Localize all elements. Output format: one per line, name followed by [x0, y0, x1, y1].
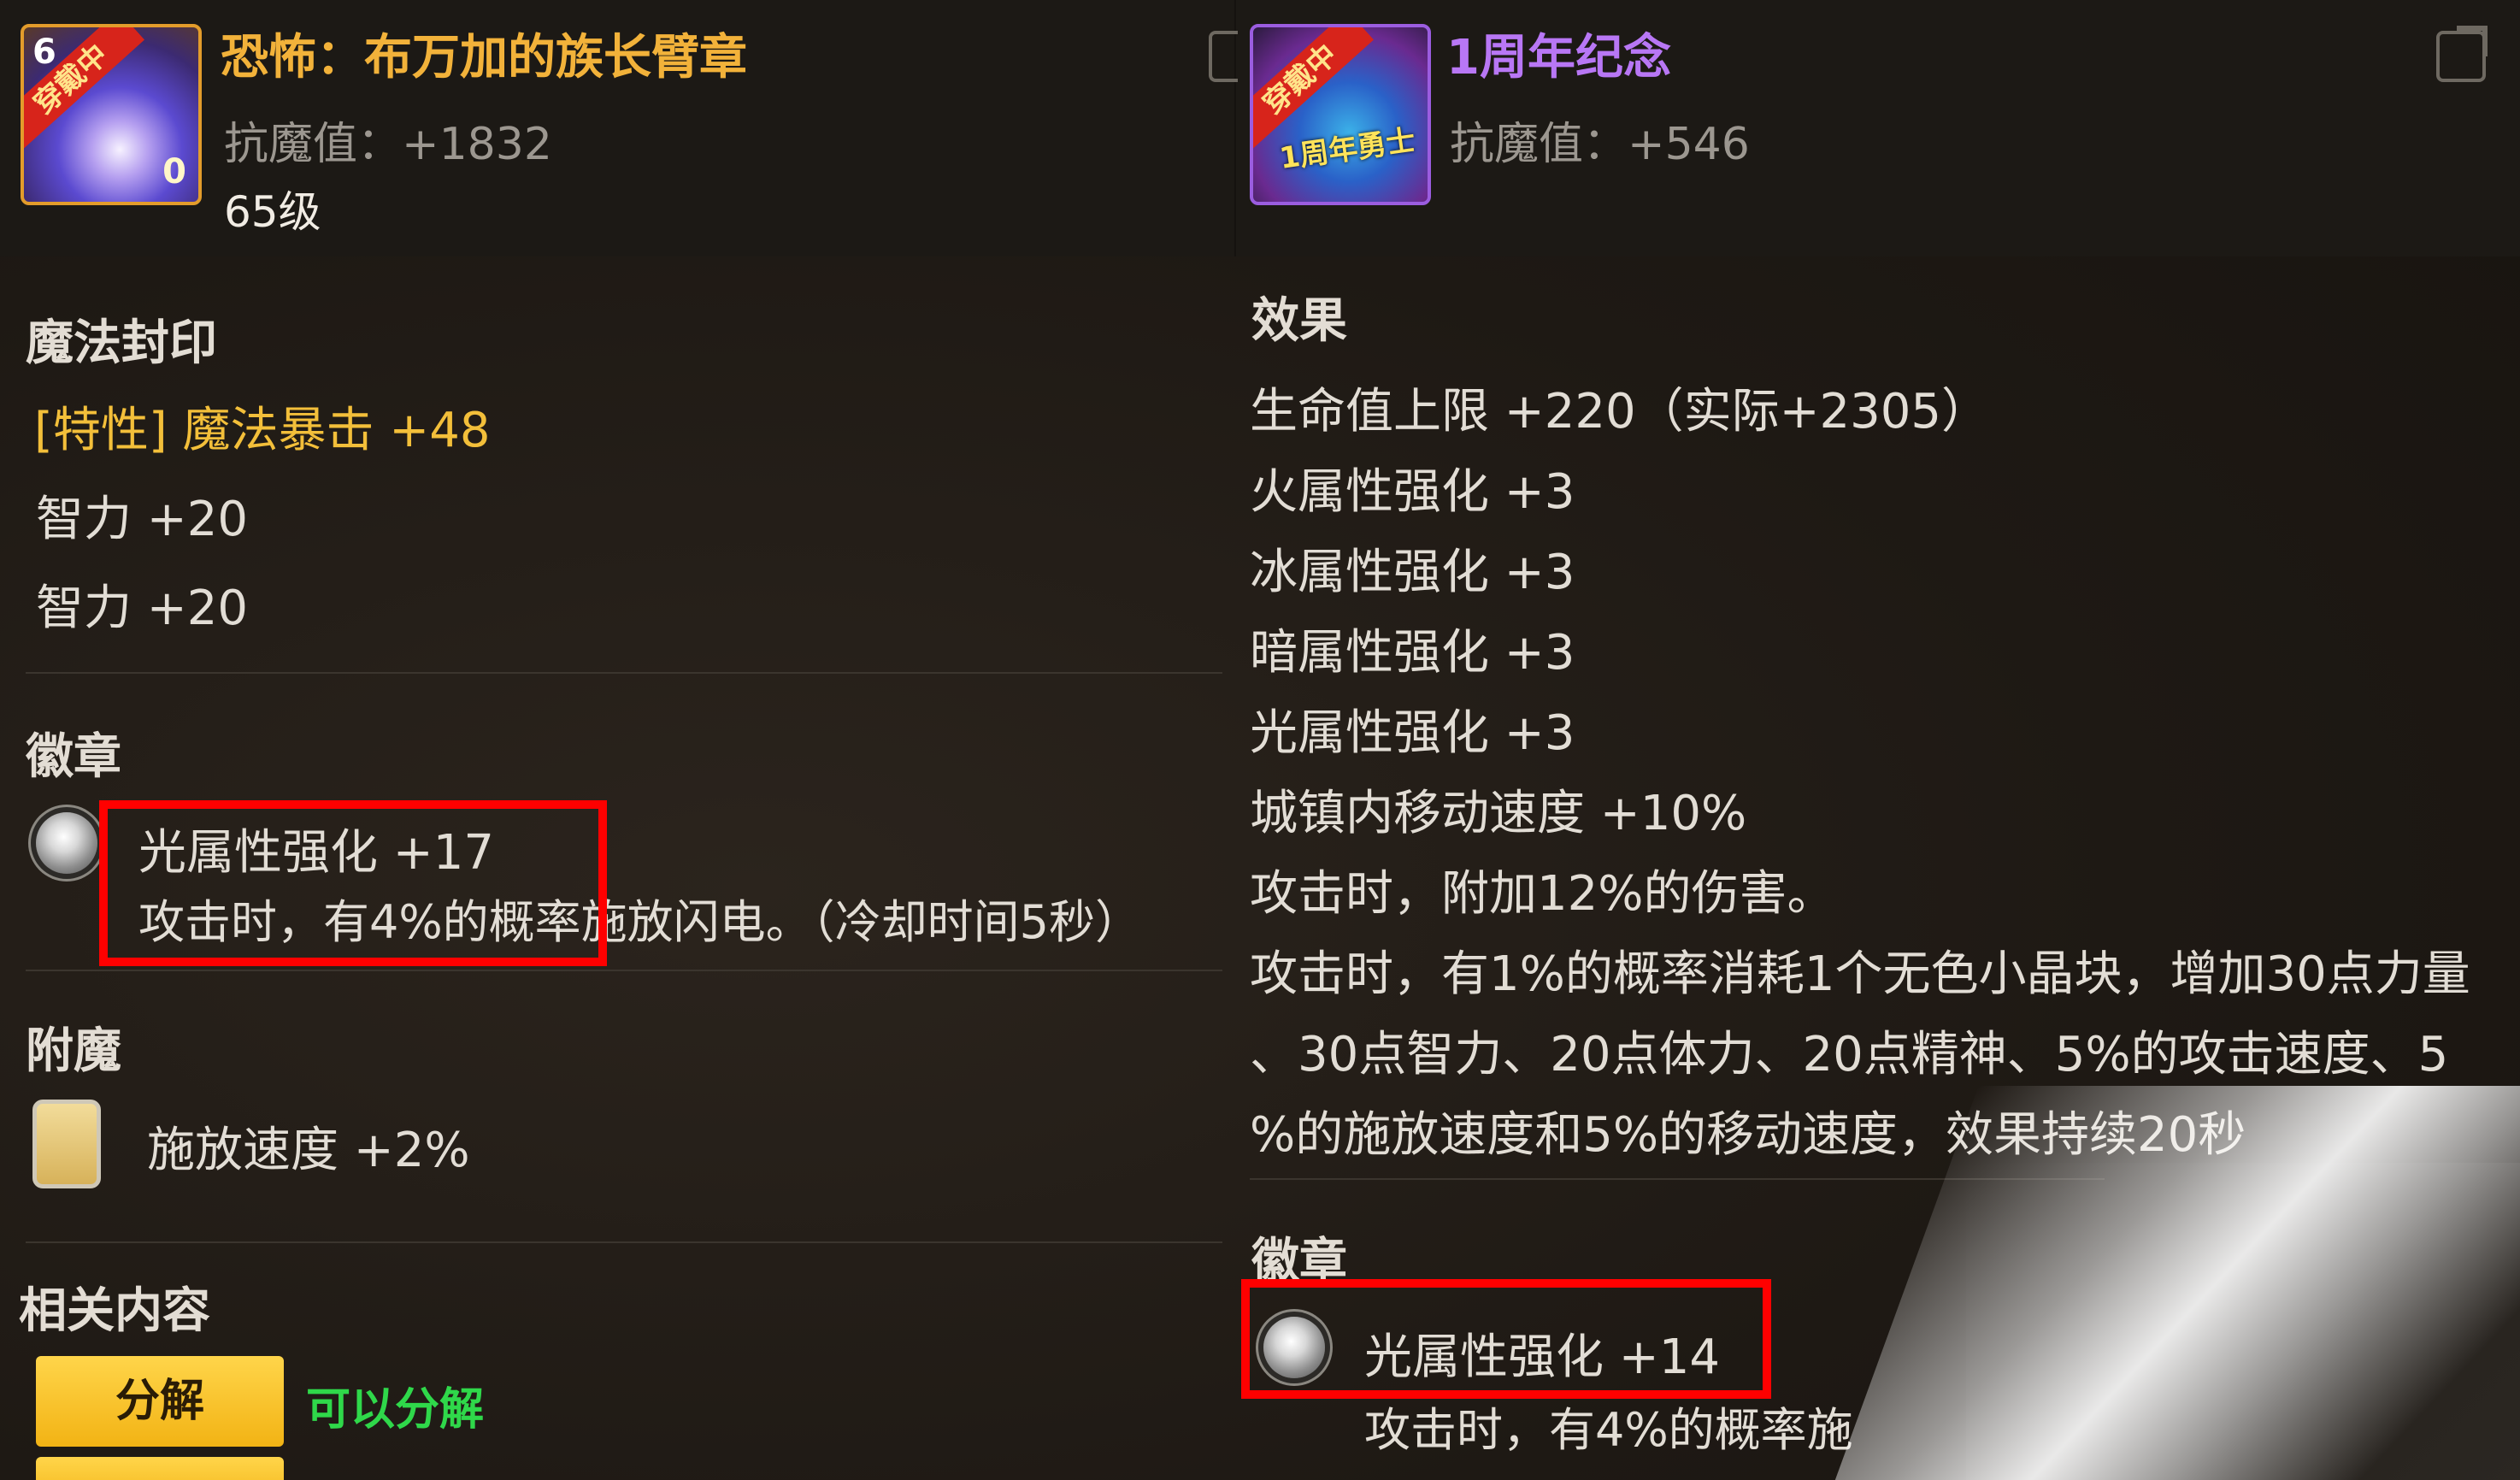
share-icon[interactable]: [1209, 31, 1238, 82]
badge-gem-icon[interactable]: [36, 812, 97, 874]
enchant-section-title: 附魔: [26, 1023, 121, 1079]
share-icon[interactable]: [2436, 31, 2486, 82]
left-item-stat: 抗魔值：+1832: [224, 119, 552, 170]
effect-line: 攻击时，有1%的概率消耗1个无色小晶块，增加30点力量: [1250, 946, 2470, 1002]
highlight-box: [99, 800, 607, 966]
effect-line: 火属性强化 +3: [1250, 464, 1575, 520]
effect-line: 城镇内移动速度 +10%: [1250, 786, 1747, 841]
seal-line: 智力 +20: [36, 492, 248, 547]
related-section-title: 相关内容: [19, 1283, 210, 1339]
effect-section-title: 效果: [1251, 293, 1347, 349]
right-item-title: 1周年纪念: [1446, 30, 1671, 85]
effect-line: 冰属性强化 +3: [1250, 545, 1575, 600]
icon-level-text: 0: [162, 152, 186, 192]
left-item-icon[interactable]: 6 穿戴中 0: [21, 24, 202, 205]
decompose-button[interactable]: 分解: [36, 1356, 284, 1447]
enchant-stat: 施放速度 +2%: [147, 1123, 470, 1178]
seal-line: 智力 +20: [36, 581, 248, 636]
effect-line: 生命值上限 +220（实际+2305）: [1250, 384, 1990, 439]
icon-caption: 1周年勇士: [1277, 123, 1418, 176]
decompose-status: 可以分解: [306, 1384, 485, 1436]
enchant-card-icon[interactable]: [32, 1100, 101, 1188]
section-divider: [26, 1241, 1222, 1243]
effect-line: 光属性强化 +3: [1250, 705, 1575, 761]
second-action-button[interactable]: [36, 1457, 284, 1480]
left-item-title: 恐怖：布万加的族长臂章: [221, 30, 747, 85]
section-divider: [26, 672, 1222, 674]
icon-corner-text: 6: [32, 32, 56, 72]
left-item-level: 65级: [224, 187, 321, 237]
section-divider: [26, 970, 1222, 971]
badge-section-title: 徽章: [26, 729, 121, 785]
effect-line: 暗属性强化 +3: [1250, 625, 1575, 681]
effect-line: 、30点智力、20点体力、20点精神、5%的攻击速度、5: [1250, 1027, 2449, 1082]
seal-section-title: 魔法封印: [26, 315, 217, 371]
right-item-stat: 抗魔值：+546: [1450, 119, 1750, 170]
item-compare-screen: 6 穿戴中 0 恐怖：布万加的族长臂章 抗魔值：+1832 65级 穿戴中 1周…: [0, 0, 2520, 1480]
effect-line: 攻击时，附加12%的伤害。: [1250, 866, 1835, 922]
seal-line: [特性] 魔法暴击 +48: [34, 403, 491, 458]
highlight-box: [1241, 1279, 1771, 1399]
badge-effect: 攻击时，有4%的概率施: [1364, 1403, 1853, 1457]
right-item-icon[interactable]: 穿戴中 1周年勇士: [1250, 24, 1431, 205]
